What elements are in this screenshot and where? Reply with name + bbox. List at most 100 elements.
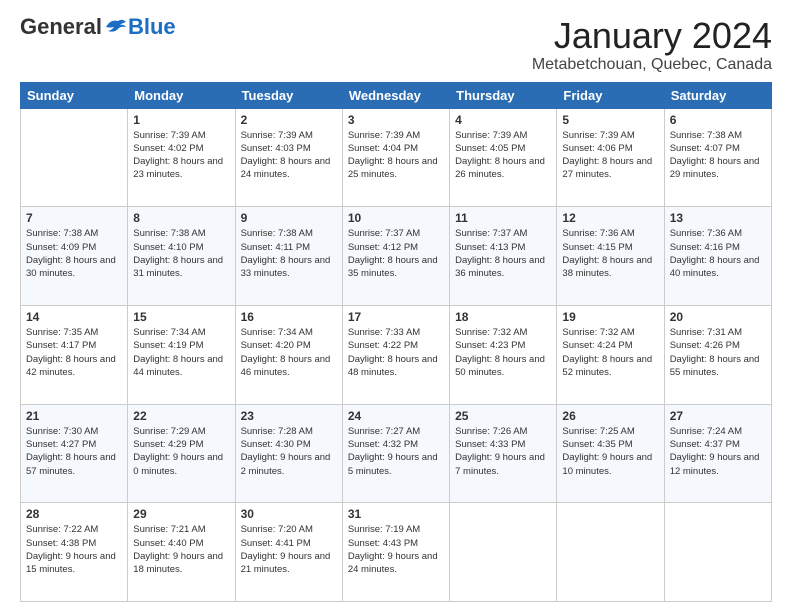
day-number: 16: [241, 310, 337, 324]
table-row: 1 Sunrise: 7:39 AMSunset: 4:02 PMDaylight…: [128, 108, 235, 207]
table-row: 12 Sunrise: 7:36 AMSunset: 4:15 PMDayligh…: [557, 207, 664, 306]
table-row: 21 Sunrise: 7:30 AMSunset: 4:27 PMDayligh…: [21, 404, 128, 503]
table-row: 3Sunrise: 7:39 AMSunset: 4:04 PMDaylight…: [342, 108, 449, 207]
calendar-title: January 2024: [532, 16, 772, 56]
day-info: Sunrise: 7:21 AMSunset: 4:40 PMDaylight:…: [133, 523, 229, 576]
day-number: 10: [348, 211, 444, 225]
table-row: 26Sunrise: 7:25 AMSunset: 4:35 PMDayligh…: [557, 404, 664, 503]
table-row: [450, 503, 557, 602]
day-info: Sunrise: 7:31 AMSunset: 4:26 PMDaylight:…: [670, 326, 766, 379]
day-info: Sunrise: 7:34 AMSunset: 4:20 PMDaylight:…: [241, 326, 337, 379]
day-info: Sunrise: 7:29 AMSunset: 4:29 PMDaylight:…: [133, 425, 229, 478]
day-number: 25: [455, 409, 551, 423]
day-number: 8: [133, 211, 229, 225]
page: General Blue January 2024 Metabetchouan,…: [0, 0, 792, 612]
day-info: Sunrise: 7:38 AMSunset: 4:11 PMDaylight:…: [241, 227, 337, 280]
day-number: 5: [562, 113, 658, 127]
table-row: 27 Sunrise: 7:24 AMSunset: 4:37 PMDayligh…: [664, 404, 771, 503]
day-info: Sunrise: 7:30 AMSunset: 4:27 PMDaylight:…: [26, 425, 122, 478]
table-row: 7 Sunrise: 7:38 AMSunset: 4:09 PMDaylight…: [21, 207, 128, 306]
header-monday: Monday: [128, 82, 235, 108]
day-info: Sunrise: 7:36 AMSunset: 4:16 PMDaylight:…: [670, 227, 766, 280]
day-number: 15: [133, 310, 229, 324]
header-wednesday: Wednesday: [342, 82, 449, 108]
calendar-week-row: 28 Sunrise: 7:22 AMSunset: 4:38 PMDayligh…: [21, 503, 772, 602]
day-info: Sunrise: 7:24 AMSunset: 4:37 PMDaylight:…: [670, 425, 766, 478]
table-row: 31 Sunrise: 7:19 AMSunset: 4:43 PMDayligh…: [342, 503, 449, 602]
day-info: Sunrise: 7:36 AMSunset: 4:15 PMDaylight:…: [562, 227, 658, 280]
header-thursday: Thursday: [450, 82, 557, 108]
header-sunday: Sunday: [21, 82, 128, 108]
day-number: 12: [562, 211, 658, 225]
calendar-week-row: 7 Sunrise: 7:38 AMSunset: 4:09 PMDaylight…: [21, 207, 772, 306]
day-number: 20: [670, 310, 766, 324]
header-saturday: Saturday: [664, 82, 771, 108]
day-info: Sunrise: 7:19 AMSunset: 4:43 PMDaylight:…: [348, 523, 444, 576]
table-row: 24 Sunrise: 7:27 AMSunset: 4:32 PMDayligh…: [342, 404, 449, 503]
calendar-week-row: 21 Sunrise: 7:30 AMSunset: 4:27 PMDayligh…: [21, 404, 772, 503]
day-info: Sunrise: 7:39 AMSunset: 4:04 PMDaylight:…: [348, 129, 444, 182]
day-number: 24: [348, 409, 444, 423]
header-friday: Friday: [557, 82, 664, 108]
day-number: 30: [241, 507, 337, 521]
table-row: 4Sunrise: 7:39 AMSunset: 4:05 PMDaylight…: [450, 108, 557, 207]
table-row: 18Sunrise: 7:32 AMSunset: 4:23 PMDayligh…: [450, 305, 557, 404]
table-row: 30 Sunrise: 7:20 AMSunset: 4:41 PMDayligh…: [235, 503, 342, 602]
day-info: Sunrise: 7:39 AMSunset: 4:06 PMDaylight:…: [562, 129, 658, 182]
table-row: 16 Sunrise: 7:34 AMSunset: 4:20 PMDayligh…: [235, 305, 342, 404]
day-number: 19: [562, 310, 658, 324]
logo-blue: Blue: [128, 16, 176, 38]
day-number: 7: [26, 211, 122, 225]
day-info: Sunrise: 7:34 AMSunset: 4:19 PMDaylight:…: [133, 326, 229, 379]
day-info: Sunrise: 7:22 AMSunset: 4:38 PMDaylight:…: [26, 523, 122, 576]
day-info: Sunrise: 7:33 AMSunset: 4:22 PMDaylight:…: [348, 326, 444, 379]
day-info: Sunrise: 7:26 AMSunset: 4:33 PMDaylight:…: [455, 425, 551, 478]
day-number: 27: [670, 409, 766, 423]
table-row: 20 Sunrise: 7:31 AMSunset: 4:26 PMDayligh…: [664, 305, 771, 404]
day-number: 26: [562, 409, 658, 423]
day-number: 4: [455, 113, 551, 127]
day-number: 28: [26, 507, 122, 521]
table-row: 2 Sunrise: 7:39 AMSunset: 4:03 PMDaylight…: [235, 108, 342, 207]
table-row: 17Sunrise: 7:33 AMSunset: 4:22 PMDayligh…: [342, 305, 449, 404]
day-info: Sunrise: 7:38 AMSunset: 4:07 PMDaylight:…: [670, 129, 766, 182]
day-number: 6: [670, 113, 766, 127]
day-info: Sunrise: 7:27 AMSunset: 4:32 PMDaylight:…: [348, 425, 444, 478]
table-row: 15 Sunrise: 7:34 AMSunset: 4:19 PMDayligh…: [128, 305, 235, 404]
calendar-week-row: 14 Sunrise: 7:35 AMSunset: 4:17 PMDayligh…: [21, 305, 772, 404]
table-row: 5 Sunrise: 7:39 AMSunset: 4:06 PMDaylight…: [557, 108, 664, 207]
table-row: [664, 503, 771, 602]
table-row: 10Sunrise: 7:37 AMSunset: 4:12 PMDayligh…: [342, 207, 449, 306]
table-row: 28 Sunrise: 7:22 AMSunset: 4:38 PMDayligh…: [21, 503, 128, 602]
table-row: 22 Sunrise: 7:29 AMSunset: 4:29 PMDayligh…: [128, 404, 235, 503]
table-row: 8 Sunrise: 7:38 AMSunset: 4:10 PMDaylight…: [128, 207, 235, 306]
table-row: 25 Sunrise: 7:26 AMSunset: 4:33 PMDayligh…: [450, 404, 557, 503]
day-number: 22: [133, 409, 229, 423]
day-number: 31: [348, 507, 444, 521]
logo: General Blue: [20, 16, 176, 38]
day-number: 14: [26, 310, 122, 324]
day-info: Sunrise: 7:39 AMSunset: 4:03 PMDaylight:…: [241, 129, 337, 182]
day-info: Sunrise: 7:37 AMSunset: 4:13 PMDaylight:…: [455, 227, 551, 280]
table-row: 29Sunrise: 7:21 AMSunset: 4:40 PMDayligh…: [128, 503, 235, 602]
day-info: Sunrise: 7:20 AMSunset: 4:41 PMDaylight:…: [241, 523, 337, 576]
header-tuesday: Tuesday: [235, 82, 342, 108]
day-number: 23: [241, 409, 337, 423]
header: General Blue January 2024 Metabetchouan,…: [20, 16, 772, 74]
day-info: Sunrise: 7:39 AMSunset: 4:02 PMDaylight:…: [133, 129, 229, 182]
table-row: [21, 108, 128, 207]
day-info: Sunrise: 7:35 AMSunset: 4:17 PMDaylight:…: [26, 326, 122, 379]
day-info: Sunrise: 7:38 AMSunset: 4:10 PMDaylight:…: [133, 227, 229, 280]
weekday-header-row: Sunday Monday Tuesday Wednesday Thursday…: [21, 82, 772, 108]
day-number: 9: [241, 211, 337, 225]
calendar-week-row: 1 Sunrise: 7:39 AMSunset: 4:02 PMDaylight…: [21, 108, 772, 207]
day-number: 2: [241, 113, 337, 127]
day-info: Sunrise: 7:38 AMSunset: 4:09 PMDaylight:…: [26, 227, 122, 280]
day-number: 1: [133, 113, 229, 127]
table-row: 19 Sunrise: 7:32 AMSunset: 4:24 PMDayligh…: [557, 305, 664, 404]
day-number: 21: [26, 409, 122, 423]
table-row: 6 Sunrise: 7:38 AMSunset: 4:07 PMDaylight…: [664, 108, 771, 207]
calendar-subtitle: Metabetchouan, Quebec, Canada: [532, 56, 772, 74]
day-info: Sunrise: 7:32 AMSunset: 4:24 PMDaylight:…: [562, 326, 658, 379]
calendar-table: Sunday Monday Tuesday Wednesday Thursday…: [20, 82, 772, 602]
